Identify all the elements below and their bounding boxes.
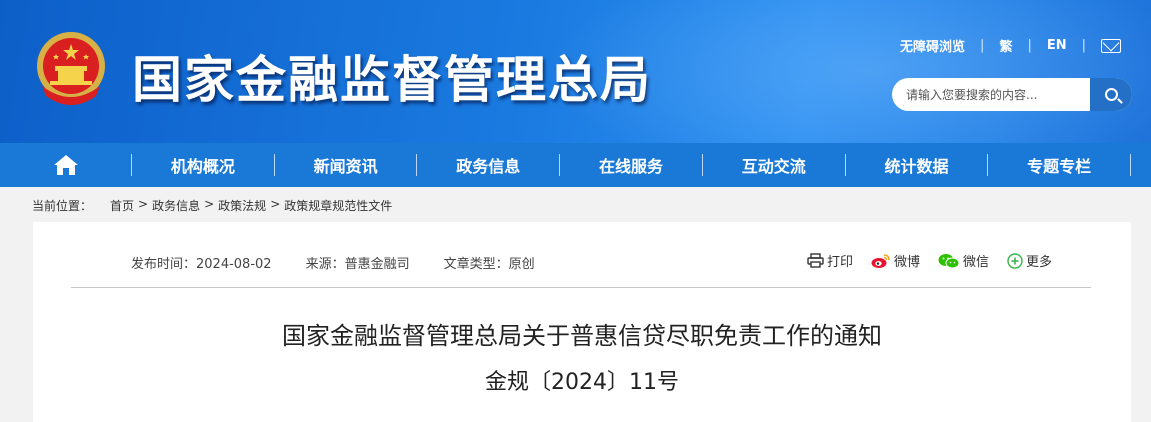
breadcrumb: 当前位置： 首页 > 政务信息 > 政策法规 > 政策规章规范性文件	[32, 197, 396, 214]
breadcrumb-policy[interactable]: 政策法规	[218, 197, 266, 214]
divider: |	[980, 38, 985, 53]
nav-item-topics[interactable]: 专题专栏	[988, 143, 1130, 187]
accessibility-link[interactable]: 无障碍浏览	[900, 36, 965, 55]
share-toolbar: 打印 微博 微信 更多	[807, 251, 1052, 270]
plus-circle-icon	[1007, 252, 1023, 269]
weibo-label: 微博	[894, 255, 921, 270]
english-link[interactable]: EN	[1047, 38, 1067, 53]
print-button[interactable]: 打印	[807, 251, 853, 270]
more-label: 更多	[1026, 255, 1053, 270]
nav-divider	[1130, 154, 1132, 176]
nav-item-news[interactable]: 新闻资讯	[275, 143, 417, 187]
divider: |	[1027, 38, 1032, 53]
weibo-icon	[871, 253, 890, 268]
divider-line	[71, 287, 1091, 288]
top-links: 无障碍浏览 | 繁 | EN |	[900, 36, 1121, 55]
traditional-chinese-link[interactable]: 繁	[999, 36, 1012, 55]
nav-item-government-info[interactable]: 政务信息	[417, 143, 559, 187]
search-box	[892, 78, 1132, 111]
nav-item-online-services[interactable]: 在线服务	[560, 143, 702, 187]
print-label: 打印	[827, 255, 854, 270]
nav-item-interaction[interactable]: 互动交流	[703, 143, 845, 187]
breadcrumb-current[interactable]: 政策规章规范性文件	[284, 197, 392, 214]
nav-item-statistics[interactable]: 统计数据	[846, 143, 988, 187]
more-share-button[interactable]: 更多	[1007, 251, 1052, 270]
national-emblem-icon[interactable]	[28, 26, 114, 112]
site-header: 国家金融监督管理总局 无障碍浏览 | 繁 | EN |	[0, 0, 1151, 143]
main-nav: 机构概况 新闻资讯 政务信息 在线服务 互动交流 统计数据 专题专栏	[0, 143, 1151, 187]
publish-time: 发布时间：2024-08-02	[131, 257, 272, 272]
divider: |	[1081, 38, 1086, 53]
wechat-share-button[interactable]: 微信	[938, 251, 989, 270]
breadcrumb-label: 当前位置：	[32, 199, 93, 213]
nav-item-organization[interactable]: 机构概况	[132, 143, 274, 187]
printer-icon	[807, 253, 824, 268]
breadcrumb-separator: >	[204, 197, 215, 211]
document-number: 金规〔2024〕11号	[485, 370, 679, 395]
breadcrumb-separator: >	[138, 197, 149, 211]
article-card: 发布时间：2024-08-02 来源：普惠金融司 文章类型：原创 打印 微博 微…	[33, 222, 1131, 422]
article-title: 国家金融监督管理总局关于普惠信贷尽职免责工作的通知	[282, 322, 882, 350]
article-meta: 发布时间：2024-08-02 来源：普惠金融司 文章类型：原创	[131, 253, 569, 272]
article-type: 文章类型：原创	[443, 257, 535, 272]
wechat-label: 微信	[963, 255, 990, 270]
search-button[interactable]	[1090, 78, 1132, 111]
breadcrumb-home[interactable]: 首页	[110, 197, 134, 214]
home-icon	[53, 155, 78, 175]
breadcrumb-separator: >	[270, 197, 281, 211]
search-input[interactable]	[892, 78, 1090, 111]
weibo-share-button[interactable]: 微博	[871, 251, 920, 270]
search-icon	[1104, 88, 1118, 101]
wechat-icon	[938, 253, 960, 268]
article-source: 来源：普惠金融司	[305, 257, 410, 272]
nav-home[interactable]	[0, 143, 131, 187]
breadcrumb-government-info[interactable]: 政务信息	[152, 197, 200, 214]
mail-icon[interactable]	[1101, 38, 1121, 53]
site-title[interactable]: 国家金融监督管理总局	[132, 40, 652, 112]
